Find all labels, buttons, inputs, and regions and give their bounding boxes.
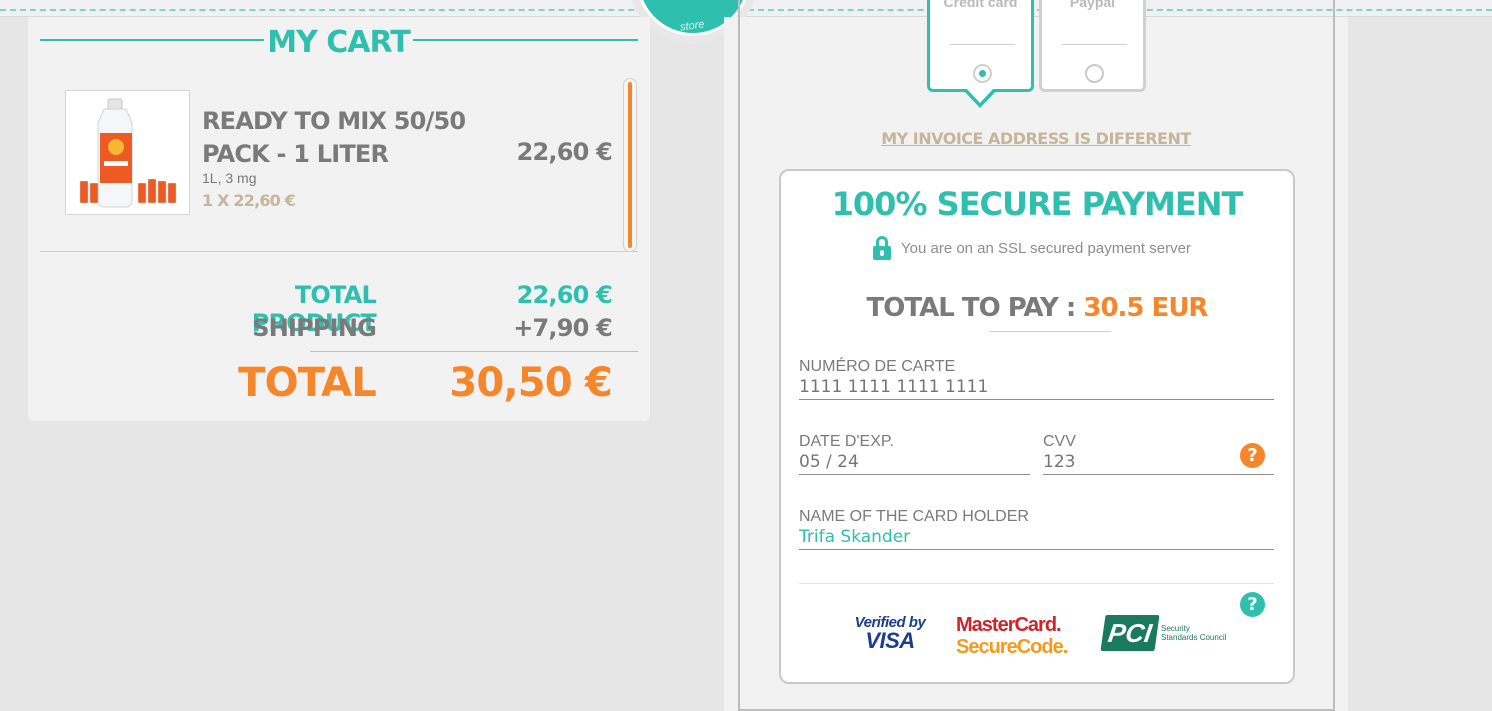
secure-payment-box: 100% SECURE PAYMENT You are on an SSL se…	[779, 169, 1295, 684]
expiry-date-input[interactable]	[799, 451, 1030, 475]
paypal-radio[interactable]	[1085, 64, 1104, 83]
lock-icon	[873, 236, 891, 260]
total-to-pay-amount: 30.5 EUR	[1083, 293, 1208, 323]
cart-scrollbar[interactable]	[623, 78, 637, 252]
shipping-label: SHIPPING	[252, 314, 377, 342]
logos-divider	[799, 583, 1274, 584]
card-holder-field: NAME OF THE CARD HOLDER	[799, 508, 1274, 550]
security-help-icon[interactable]: ?	[1240, 592, 1265, 617]
product-name[interactable]: READY TO MIX 50/50 PACK - 1 LITER	[202, 105, 502, 171]
product-price: 22,60 €	[516, 138, 613, 166]
ssl-notice: You are on an SSL secured payment server	[873, 235, 1191, 261]
product-bottle-image	[66, 91, 189, 214]
total-to-pay-rule	[989, 331, 1111, 332]
invoice-address-link[interactable]: MY INVOICE ADDRESS IS DIFFERENT	[880, 129, 1192, 148]
paypal-rule	[1062, 44, 1127, 45]
product-image[interactable]	[65, 90, 190, 215]
credit-card-rule	[950, 44, 1015, 45]
total-label: TOTAL	[238, 360, 377, 406]
secure-payment-title: 100% SECURE PAYMENT	[831, 185, 1244, 223]
verified-by-visa-logo: Verified by VISA	[847, 615, 933, 653]
total-to-pay: TOTAL TO PAY : 30.5 EUR	[781, 293, 1293, 323]
payment-method-paypal[interactable]: Paypal	[1039, 0, 1146, 92]
pci-shield-icon: PCI	[1100, 615, 1160, 651]
card-number-field: NUMÉRO DE CARTE	[799, 358, 1274, 400]
product-quantity: 1 X 22,60 €	[202, 191, 296, 210]
cvv-help-icon[interactable]: ?	[1240, 443, 1265, 468]
cart-title-rule-left	[40, 39, 264, 41]
pci-logo: PCI Security Standards Council	[1100, 615, 1227, 651]
mastercard-logo-line1: MasterCard.	[956, 614, 1062, 636]
payment-method-credit-card[interactable]: Credit card	[927, 0, 1034, 92]
total-value: 30,50 €	[449, 360, 612, 406]
cart-title-rule-right	[413, 39, 638, 41]
total-product-value: 22,60 €	[516, 281, 613, 309]
selected-method-arrow-inner	[966, 88, 994, 103]
total-divider	[310, 351, 638, 352]
cart-title: MY CART	[267, 25, 410, 60]
credit-card-label: Credit card	[943, 0, 1018, 10]
card-holder-input[interactable]	[799, 526, 1274, 550]
product-variant: 1L, 3 mg	[202, 170, 257, 186]
mastercard-securecode-logo: MasterCard. SecureCode.	[956, 614, 1074, 658]
paypal-label: Paypal	[1069, 0, 1116, 10]
card-number-input[interactable]	[799, 376, 1274, 400]
mastercard-logo-line2: SecureCode.	[956, 636, 1068, 658]
cart-scrollbar-thumb[interactable]	[628, 82, 632, 248]
expiry-date-label: DATE D'EXP.	[799, 433, 894, 450]
expiry-date-field: DATE D'EXP.	[799, 433, 1030, 475]
cvv-label: CVV	[1043, 433, 1076, 450]
ssl-text: You are on an SSL secured payment server	[901, 239, 1191, 257]
shipping-value: +7,90 €	[513, 314, 613, 342]
credit-card-radio[interactable]	[973, 64, 992, 83]
total-to-pay-label: TOTAL TO PAY :	[866, 293, 1084, 323]
visa-logo-line2: VISA	[865, 628, 915, 653]
cart-panel: MY CART READY TO MIX 50/50 PACK - 1 LITE…	[28, 17, 650, 421]
card-number-label: NUMÉRO DE CARTE	[799, 358, 956, 375]
cart-divider	[40, 251, 638, 252]
card-holder-label: NAME OF THE CARD HOLDER	[799, 508, 1029, 525]
pci-logo-text: Security Standards Council	[1161, 624, 1227, 642]
